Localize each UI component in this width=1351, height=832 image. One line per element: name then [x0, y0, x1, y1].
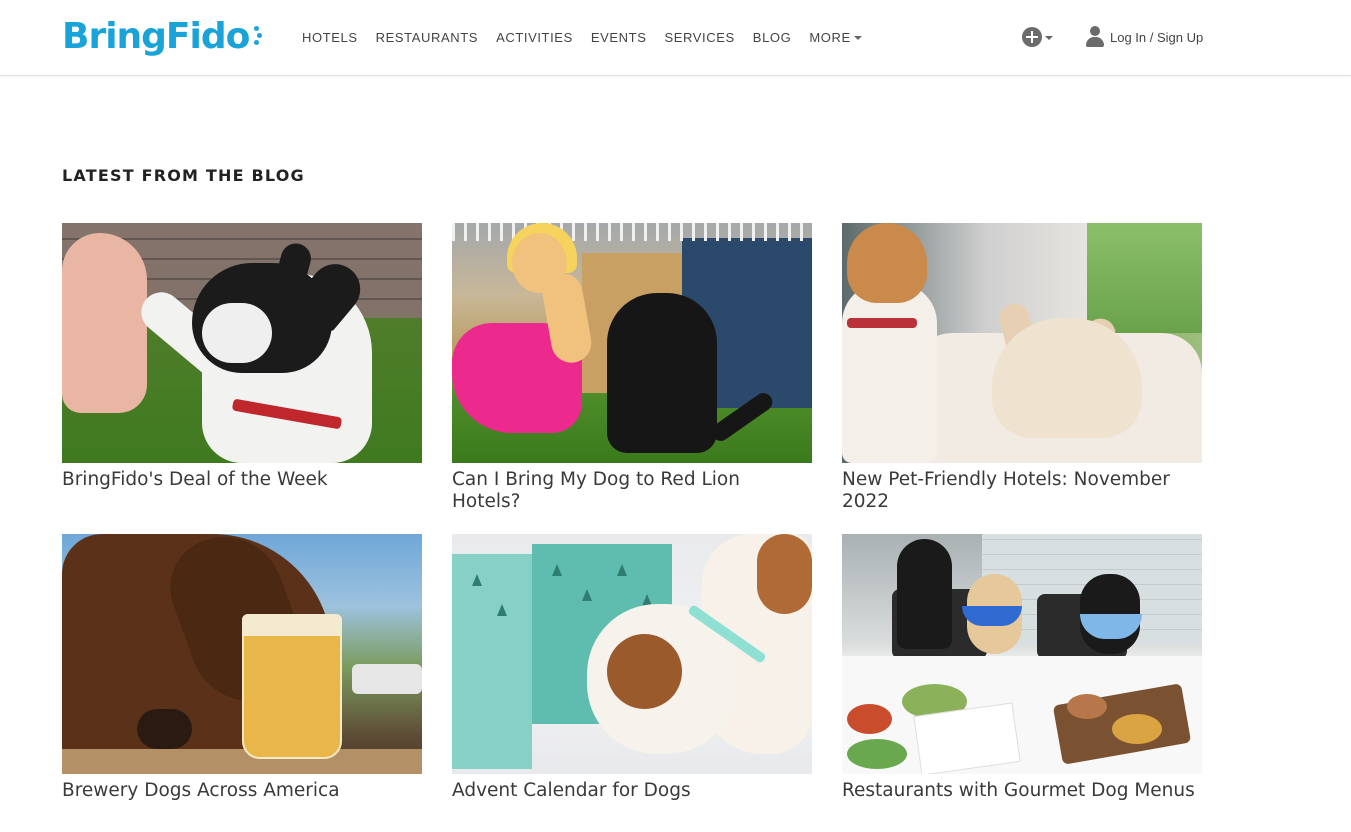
blog-card-image [842, 223, 1202, 463]
nav-blog[interactable]: BLOG [753, 28, 792, 46]
plus-circle-icon [1022, 27, 1042, 47]
blog-card[interactable]: New Pet-Friendly Hotels: November 2022 [842, 223, 1202, 513]
nav-restaurants[interactable]: RESTAURANTS [376, 28, 478, 46]
nav-more[interactable]: MORE [809, 28, 862, 46]
blog-card-image [62, 223, 422, 463]
logo-text: BringFido [62, 15, 250, 57]
blog-card-image [62, 534, 422, 774]
blog-card[interactable]: Can I Bring My Dog to Red Lion Hotels? [452, 223, 812, 513]
nav-more-label: MORE [809, 29, 851, 45]
add-menu-button[interactable] [1022, 27, 1053, 47]
blog-card-title: Restaurants with Gourmet Dog Menus [842, 780, 1195, 801]
nav-activities[interactable]: ACTIVITIES [496, 28, 573, 46]
login-signup-link[interactable]: Log In / Sign Up [1086, 26, 1203, 48]
blog-card-title: BringFido's Deal of the Week [62, 469, 328, 490]
chevron-down-icon [853, 35, 862, 40]
login-label: Log In / Sign Up [1110, 29, 1204, 45]
chevron-down-icon [1045, 35, 1053, 40]
section-title: LATEST FROM THE BLOG [62, 166, 305, 185]
blog-card[interactable]: Advent Calendar for Dogs [452, 534, 812, 802]
blog-card-title: Can I Bring My Dog to Red Lion Hotels? [452, 469, 740, 512]
blog-card-title: New Pet-Friendly Hotels: November 2022 [842, 469, 1170, 512]
main-nav: HOTELS RESTAURANTS ACTIVITIES EVENTS SER… [302, 28, 880, 46]
blog-card[interactable]: BringFido's Deal of the Week [62, 223, 422, 491]
blog-card[interactable]: Restaurants with Gourmet Dog Menus [842, 534, 1202, 802]
paw-icon [252, 25, 263, 47]
blog-card-image [452, 223, 812, 463]
nav-hotels[interactable]: HOTELS [302, 28, 358, 46]
blog-card-image [842, 534, 1202, 774]
bringfido-logo[interactable]: BringFido [62, 12, 263, 60]
nav-services[interactable]: SERVICES [664, 28, 734, 46]
blog-card[interactable]: Brewery Dogs Across America [62, 534, 422, 802]
nav-events[interactable]: EVENTS [591, 28, 647, 46]
user-icon [1086, 26, 1104, 48]
blog-card-title: Advent Calendar for Dogs [452, 780, 691, 801]
blog-card-image [452, 534, 812, 774]
site-header: BringFido HOTELS RESTAURANTS ACTIVITIES … [0, 0, 1351, 76]
blog-card-title: Brewery Dogs Across America [62, 780, 340, 801]
